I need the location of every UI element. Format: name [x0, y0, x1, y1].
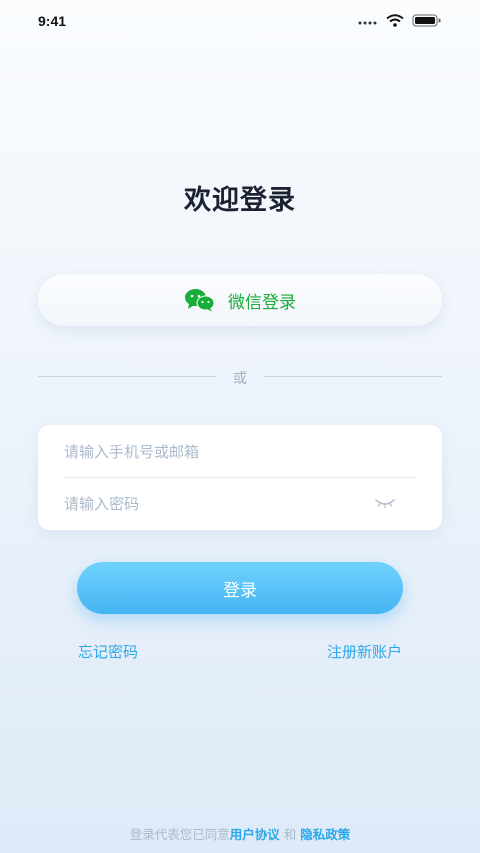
- login-form-card: [38, 425, 442, 530]
- divider-line-right: [264, 376, 442, 377]
- wechat-login-label: 微信登录: [228, 292, 296, 313]
- register-link[interactable]: 注册新账户: [327, 641, 402, 662]
- agreement-text: 登录代表您已同意用户协议 和 隐私政策: [0, 824, 480, 843]
- status-bar: 9:41: [0, 0, 480, 44]
- wechat-icon: [185, 289, 215, 312]
- agreement-conjunction: 和: [283, 827, 297, 842]
- privacy-policy-link[interactable]: 隐私政策: [300, 827, 350, 842]
- user-agreement-link[interactable]: 用户协议: [230, 827, 280, 842]
- field-divider: [64, 477, 416, 478]
- phone-email-input[interactable]: [64, 434, 416, 470]
- page-title: 欢迎登录: [184, 185, 296, 216]
- wechat-login-button[interactable]: 微信登录: [38, 274, 442, 326]
- divider-text: 或: [233, 371, 247, 387]
- agreement-prefix: 登录代表您已同意: [129, 827, 230, 842]
- forgot-password-link[interactable]: 忘记密码: [78, 641, 138, 662]
- cellular-icon: [358, 21, 377, 24]
- wifi-icon: [386, 14, 404, 27]
- or-divider: 或: [38, 368, 442, 387]
- status-time: 9:41: [38, 13, 67, 29]
- password-input[interactable]: [64, 486, 364, 522]
- login-button[interactable]: 登录: [77, 562, 403, 614]
- status-icons: [358, 14, 442, 27]
- eye-closed-icon[interactable]: [374, 495, 396, 511]
- battery-icon: [412, 14, 441, 27]
